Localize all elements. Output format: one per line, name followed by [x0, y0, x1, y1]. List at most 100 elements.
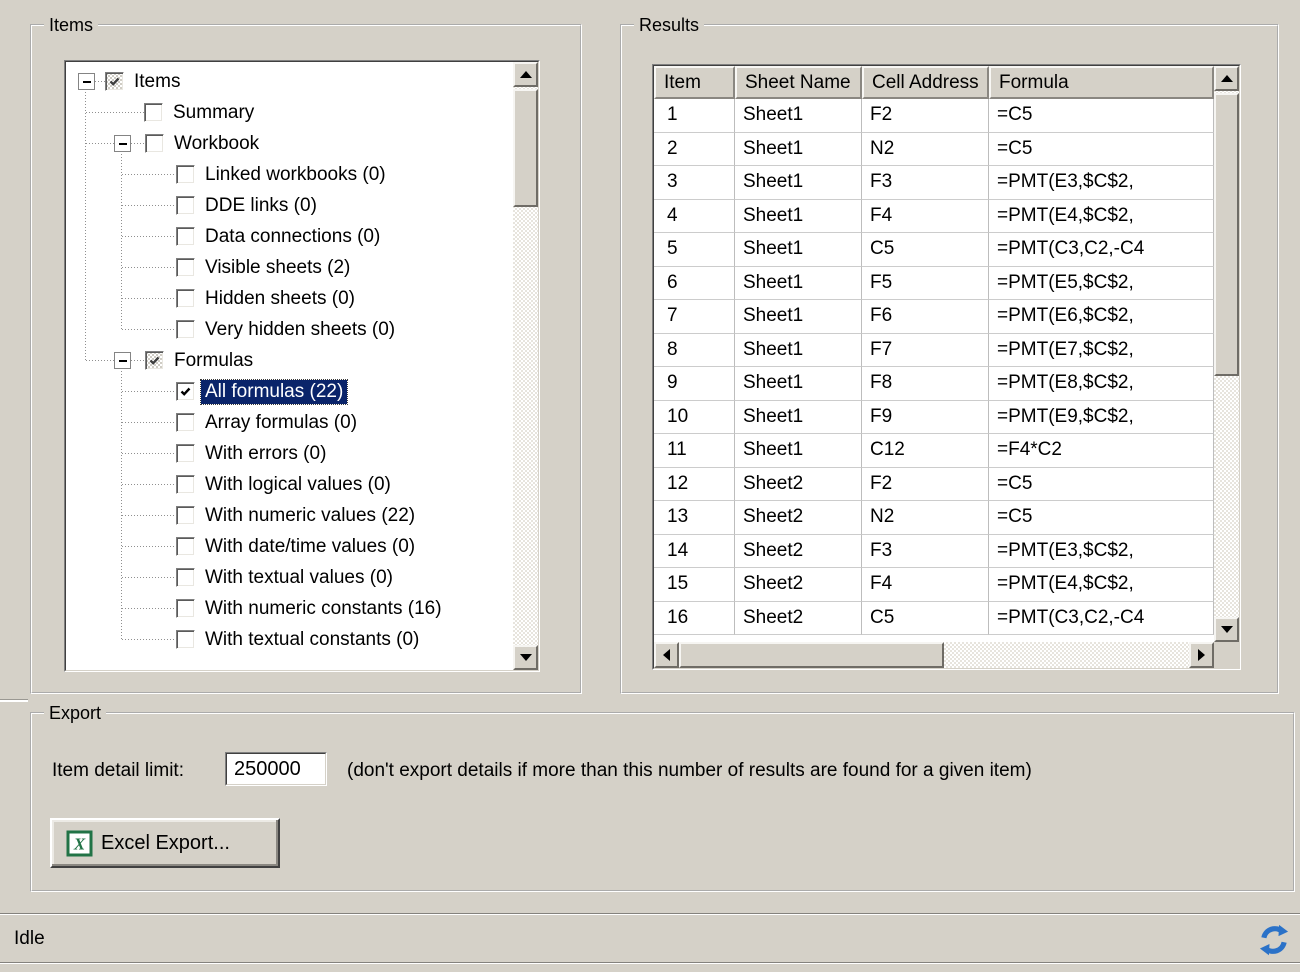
column-header-item[interactable]: Item — [654, 66, 735, 99]
tree-item-visible-sheets-2[interactable]: Visible sheets (2) — [66, 252, 513, 283]
table-row-11[interactable]: 11Sheet1C12=F4*C2 — [654, 434, 1214, 468]
collapse-minus-icon[interactable] — [114, 135, 131, 152]
tree-item-items[interactable]: Items — [66, 66, 513, 97]
tree-label[interactable]: With textual constants (0) — [201, 628, 423, 652]
tree-item-with-textual-constants-0[interactable]: With textual constants (0) — [66, 624, 513, 655]
checkbox-off[interactable] — [176, 475, 195, 494]
tree-item-all-formulas-22[interactable]: All formulas (22) — [66, 376, 513, 407]
table-row-9[interactable]: 9Sheet1F8=PMT(E8,$C$2, — [654, 367, 1214, 401]
scroll-right-button[interactable] — [1189, 642, 1214, 668]
checkbox-off[interactable] — [176, 444, 195, 463]
scroll-up-button[interactable] — [1214, 66, 1239, 91]
tree-label[interactable]: With numeric constants (16) — [201, 597, 446, 621]
table-row-3[interactable]: 3Sheet1F3=PMT(E3,$C$2, — [654, 166, 1214, 200]
tree-label[interactable]: All formulas (22) — [201, 380, 347, 404]
table-row-12[interactable]: 12Sheet2F2=C5 — [654, 468, 1214, 502]
tree-label[interactable]: Formulas — [170, 349, 257, 373]
tree-item-with-logical-values-0[interactable]: With logical values (0) — [66, 469, 513, 500]
scrollbar-thumb[interactable] — [1214, 93, 1239, 376]
tree-label[interactable]: Very hidden sheets (0) — [201, 318, 399, 342]
scrollbar-corner — [1214, 642, 1239, 668]
tree-vertical-scrollbar[interactable] — [513, 62, 538, 670]
column-header-formula[interactable]: Formula — [989, 66, 1214, 99]
checkbox-mixed[interactable] — [105, 72, 124, 91]
tree-label[interactable]: With errors (0) — [201, 442, 330, 466]
tree-item-with-textual-values-0[interactable]: With textual values (0) — [66, 562, 513, 593]
tree-item-workbook[interactable]: Workbook — [66, 128, 513, 159]
table-row-15[interactable]: 15Sheet2F4=PMT(E4,$C$2, — [654, 568, 1214, 602]
table-row-5[interactable]: 5Sheet1C5=PMT(C3,C2,-C4 — [654, 233, 1214, 267]
table-row-13[interactable]: 13Sheet2N2=C5 — [654, 501, 1214, 535]
checkbox-off[interactable] — [176, 413, 195, 432]
checkbox-off[interactable] — [176, 258, 195, 277]
tree-label[interactable]: Linked workbooks (0) — [201, 163, 390, 187]
tree-item-very-hidden-sheets-0[interactable]: Very hidden sheets (0) — [66, 314, 513, 345]
scroll-up-button[interactable] — [513, 62, 538, 87]
table-row-16[interactable]: 16Sheet2C5=PMT(C3,C2,-C4 — [654, 602, 1214, 636]
tree-label[interactable]: Array formulas (0) — [201, 411, 361, 435]
tree-item-array-formulas-0[interactable]: Array formulas (0) — [66, 407, 513, 438]
checkbox-off[interactable] — [176, 599, 195, 618]
tree-item-formulas[interactable]: Formulas — [66, 345, 513, 376]
checkbox-on[interactable] — [176, 382, 195, 401]
tree-label[interactable]: With numeric values (22) — [201, 504, 419, 528]
table-row-1[interactable]: 1Sheet1F2=C5 — [654, 99, 1214, 133]
scroll-down-button[interactable] — [513, 645, 538, 670]
collapse-minus-icon[interactable] — [114, 352, 131, 369]
table-row-7[interactable]: 7Sheet1F6=PMT(E6,$C$2, — [654, 300, 1214, 334]
table-row-8[interactable]: 8Sheet1F7=PMT(E7,$C$2, — [654, 334, 1214, 368]
checkbox-off[interactable] — [144, 103, 163, 122]
tree-label[interactable]: Visible sheets (2) — [201, 256, 354, 280]
table-row-10[interactable]: 10Sheet1F9=PMT(E9,$C$2, — [654, 401, 1214, 435]
checkbox-off[interactable] — [176, 630, 195, 649]
scroll-down-button[interactable] — [1214, 617, 1239, 642]
checkbox-mixed[interactable] — [145, 351, 164, 370]
tree-item-with-numeric-constants-16[interactable]: With numeric constants (16) — [66, 593, 513, 624]
item-detail-limit-value[interactable]: 250000 — [227, 754, 325, 784]
table-vertical-scrollbar[interactable] — [1214, 66, 1239, 642]
tree-label[interactable]: With textual values (0) — [201, 566, 397, 590]
excel-export-button[interactable]: X Excel Export... — [50, 818, 280, 868]
tree-item-with-errors-0[interactable]: With errors (0) — [66, 438, 513, 469]
tree-item-with-numeric-values-22[interactable]: With numeric values (22) — [66, 500, 513, 531]
tree-label[interactable]: With logical values (0) — [201, 473, 395, 497]
tree-label[interactable]: Data connections (0) — [201, 225, 384, 249]
scrollbar-thumb[interactable] — [513, 89, 538, 207]
tree-label[interactable]: Summary — [169, 101, 258, 125]
tree-item-summary[interactable]: Summary — [66, 97, 513, 128]
column-header-cell-address[interactable]: Cell Address — [862, 66, 989, 99]
checkbox-off[interactable] — [176, 506, 195, 525]
scrollbar-thumb[interactable] — [679, 642, 944, 668]
checkbox-off[interactable] — [176, 289, 195, 308]
tree-label[interactable]: Workbook — [170, 132, 263, 156]
table-row-14[interactable]: 14Sheet2F3=PMT(E3,$C$2, — [654, 535, 1214, 569]
item-detail-limit-input[interactable]: 250000 — [225, 752, 327, 786]
tree-item-dde-links-0[interactable]: DDE links (0) — [66, 190, 513, 221]
table-row-6[interactable]: 6Sheet1F5=PMT(E5,$C$2, — [654, 267, 1214, 301]
column-header-sheet-name[interactable]: Sheet Name — [735, 66, 862, 99]
splitter-handle[interactable] — [0, 699, 28, 702]
table-row-4[interactable]: 4Sheet1F4=PMT(E4,$C$2, — [654, 200, 1214, 234]
scroll-left-button[interactable] — [654, 642, 679, 668]
checkbox-off[interactable] — [176, 537, 195, 556]
cell-item: 10 — [654, 401, 735, 435]
table-row-2[interactable]: 2Sheet1N2=C5 — [654, 133, 1214, 167]
checkbox-off[interactable] — [176, 196, 195, 215]
tree-item-linked-workbooks-0[interactable]: Linked workbooks (0) — [66, 159, 513, 190]
checkbox-off[interactable] — [176, 165, 195, 184]
tree-label[interactable]: Items — [130, 70, 184, 94]
tree-label[interactable]: With date/time values (0) — [201, 535, 419, 559]
tree-item-with-date-time-values-0[interactable]: With date/time values (0) — [66, 531, 513, 562]
checkbox-off[interactable] — [176, 568, 195, 587]
cell-formula: =PMT(E3,$C$2, — [989, 535, 1214, 569]
checkbox-off[interactable] — [176, 320, 195, 339]
table-horizontal-scrollbar[interactable] — [654, 642, 1214, 668]
tree-label[interactable]: Hidden sheets (0) — [201, 287, 359, 311]
collapse-minus-icon[interactable] — [78, 73, 95, 90]
tree-label[interactable]: DDE links (0) — [201, 194, 321, 218]
cell-sheet: Sheet2 — [735, 468, 862, 502]
tree-item-hidden-sheets-0[interactable]: Hidden sheets (0) — [66, 283, 513, 314]
checkbox-off[interactable] — [145, 134, 164, 153]
tree-item-data-connections-0[interactable]: Data connections (0) — [66, 221, 513, 252]
checkbox-off[interactable] — [176, 227, 195, 246]
